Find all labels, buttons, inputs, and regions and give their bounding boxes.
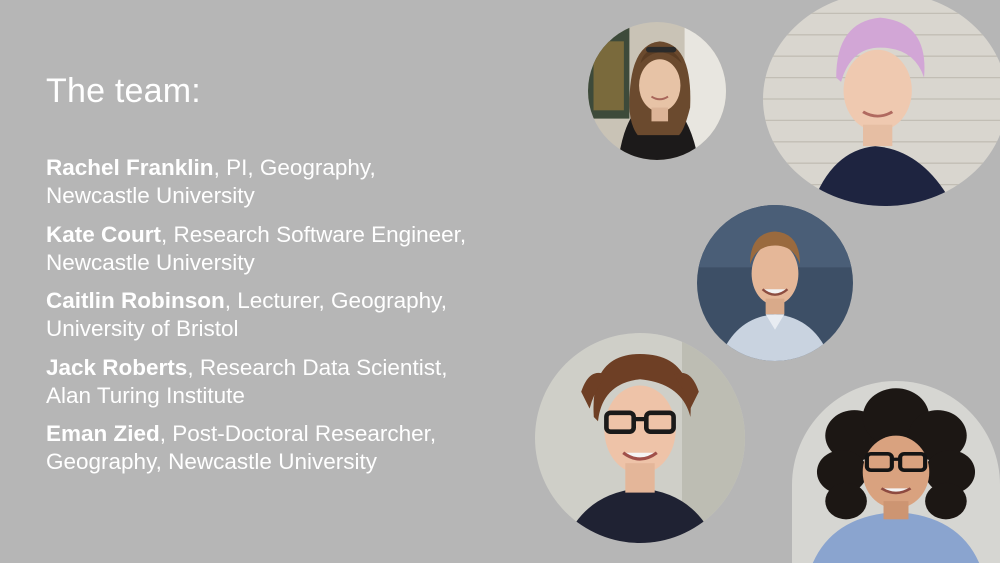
portrait-photo-1 [588,22,726,160]
slide-title: The team: [46,72,201,110]
member-role: , Research Data Scientist, [187,354,448,380]
member-affiliation: Newcastle University [46,249,255,275]
portrait-photo-5 [792,381,1000,563]
member-affiliation: Geography, Newcastle University [46,449,377,474]
member-role: , Lecturer, Geography, [224,288,447,313]
member-role: , Post-Doctoral Researcher, [159,421,437,446]
team-member-jack: Jack Roberts, Research Data Scientist, Al… [46,354,566,410]
member-name: Eman Zied [46,421,160,446]
portrait-photo-4 [535,333,745,543]
team-member-eman: Eman Zied, Post-Doctoral Researcher, Geog… [46,420,566,476]
slide: The team: Rachel Franklin, PI, Geography… [0,0,1000,563]
team-member-kate: Kate Court, Research Software Engineer, N… [46,221,566,277]
member-affiliation: Alan Turing Institute [46,382,245,408]
member-role: , Research Software Engineer, [161,221,467,247]
portrait-photo-2 [763,0,1000,206]
member-affiliation: Newcastle University [46,183,255,208]
member-name: Caitlin Robinson [46,288,225,313]
member-name: Jack Roberts [46,354,188,380]
member-affiliation: University of Bristol [46,316,239,341]
member-name: Kate Court [46,221,162,247]
team-list: Rachel Franklin, PI, Geography, Newcastle… [46,154,566,487]
member-role: , PI, Geography, [213,155,376,180]
team-member-rachel: Rachel Franklin, PI, Geography, Newcastle… [46,154,566,210]
member-name: Rachel Franklin [46,155,214,180]
team-member-caitlin: Caitlin Robinson, Lecturer, Geography, Un… [46,287,566,343]
portrait-photo-3 [697,205,853,361]
